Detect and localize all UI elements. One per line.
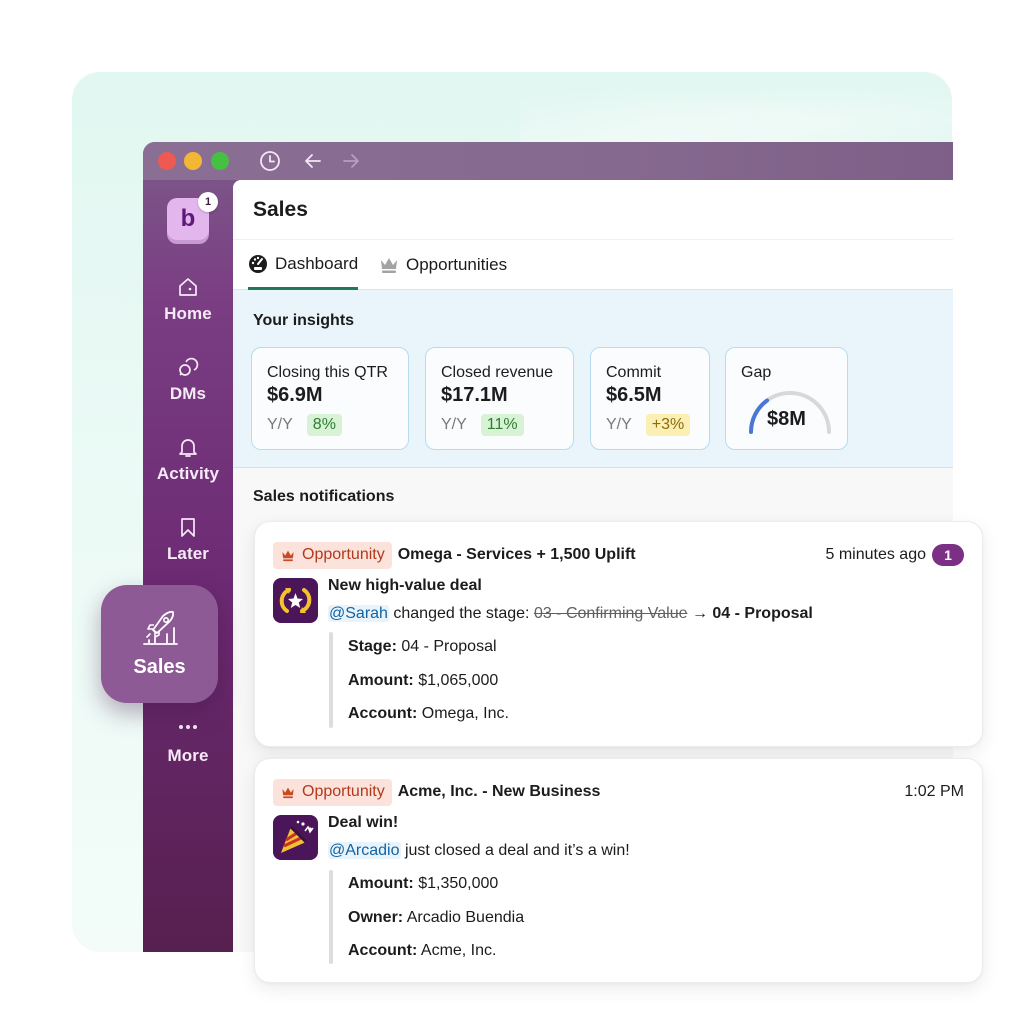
notification-text-body: just closed a deal and it’s a win! [400, 842, 630, 859]
tab-label: Opportunities [406, 255, 508, 274]
workspace-switcher[interactable]: b 1 [167, 192, 218, 244]
insight-card-commit[interactable]: Commit $6.5M Y/Y +3% [590, 347, 710, 450]
forward-arrow-icon[interactable] [339, 149, 363, 173]
notification-card[interactable]: Opportunity Omega - Services + 1,500 Upl… [254, 521, 983, 747]
notification-title: Deal win! [328, 814, 399, 831]
sidebar-item-label: More [167, 746, 209, 765]
new-stage: 04 - Proposal [712, 605, 813, 622]
user-mention[interactable]: @Arcadio [328, 842, 401, 859]
user-mention[interactable]: @Sarah [328, 605, 389, 622]
change-chip: +3% [645, 414, 691, 436]
card-label: Commit [606, 364, 662, 381]
sidebar-item-label: Activity [156, 464, 220, 483]
workspace-notification-badge: 1 [198, 192, 218, 212]
back-arrow-icon[interactable] [301, 149, 325, 173]
yoy-label: Y/Y [441, 416, 467, 433]
tab-label: Dashboard [275, 253, 359, 273]
card-value: $17.1M [441, 384, 508, 406]
page-title: Sales [253, 198, 308, 221]
card-label: Gap [741, 364, 772, 381]
field-account: Account: Acme, Inc. [348, 942, 497, 959]
notification-text: @Arcadio just closed a deal and it’s a w… [328, 842, 630, 860]
card-label: Closed revenue [441, 364, 554, 381]
change-chip: 8% [306, 414, 342, 436]
opportunity-subject[interactable]: Acme, Inc. - New Business [398, 783, 601, 801]
crown-icon [281, 786, 295, 799]
title-bar [143, 142, 953, 180]
history-icon[interactable] [258, 149, 282, 173]
sidebar-item-label: Sales [133, 655, 186, 678]
opportunity-subject[interactable]: Omega - Services + 1,500 Uplift [398, 546, 636, 564]
bell-icon [179, 439, 197, 457]
maximize-window-button[interactable] [211, 152, 229, 170]
sidebar-item-more[interactable]: More [143, 722, 233, 766]
rocket-chart-icon [142, 610, 178, 645]
tab-bar: Dashboard Opportunities [233, 240, 953, 290]
unread-badge: 1 [932, 544, 964, 566]
notification-text-body: changed the stage: [388, 605, 534, 622]
yoy-label: Y/Y [267, 416, 293, 433]
opportunity-tag[interactable]: Opportunity [273, 541, 392, 569]
tag-label: Opportunity [302, 546, 385, 563]
card-value: $6.9M [267, 384, 323, 406]
minimize-window-button[interactable] [184, 152, 202, 170]
gauge-value: $8M [767, 408, 806, 430]
timestamp: 1:02 PM [904, 783, 964, 800]
field-owner: Owner: Arcadio Buendia [348, 909, 525, 926]
gauge-fill [749, 398, 770, 434]
opportunity-tag[interactable]: Opportunity [273, 778, 392, 806]
quote-bar [329, 632, 333, 728]
background-cloud [520, 72, 952, 152]
yoy-label: Y/Y [606, 416, 632, 433]
sidebar-item-dms[interactable]: DMs [143, 356, 233, 404]
card-value: $6.5M [606, 384, 662, 406]
field-stage: Stage: 04 - Proposal [348, 638, 497, 655]
party-popper-icon [273, 815, 318, 860]
home-icon [179, 278, 197, 296]
tag-label: Opportunity [302, 783, 385, 800]
insights-section: Your insights Closing this QTR $6.9M Y/Y… [233, 290, 953, 468]
crown-icon [379, 256, 399, 274]
notification-text: @Sarah changed the stage: 03 - Confirmin… [328, 605, 813, 623]
stage-arrow: → [687, 605, 713, 622]
refresh-star-icon [273, 578, 318, 623]
change-chip: 11% [480, 414, 524, 436]
bookmark-icon [181, 518, 195, 537]
sidebar-item-label: DMs [169, 384, 207, 403]
sidebar-item-activity[interactable]: Activity [143, 436, 233, 484]
sidebar-item-label: Later [166, 544, 210, 563]
close-window-button[interactable] [158, 152, 176, 170]
dashboard-gauge-icon [248, 254, 268, 274]
tab-dashboard[interactable]: Dashboard [248, 240, 359, 290]
timestamp: 5 minutes ago [825, 546, 926, 563]
sidebar-item-later[interactable]: Later [143, 516, 233, 564]
insight-card-closed-revenue[interactable]: Closed revenue $17.1M Y/Y 11% [425, 347, 574, 450]
page-header: Sales [233, 180, 953, 240]
sidebar-item-sales[interactable]: Sales [101, 585, 218, 703]
ellipsis-icon [179, 725, 197, 729]
crown-icon [281, 549, 295, 562]
notification-card[interactable]: Opportunity Acme, Inc. - New Business 1:… [254, 758, 983, 983]
field-account: Account: Omega, Inc. [348, 705, 509, 722]
notification-title: New high-value deal [328, 577, 482, 594]
field-amount: Amount: $1,065,000 [348, 672, 499, 689]
card-label: Closing this QTR [267, 364, 388, 381]
dms-icon [179, 357, 199, 376]
insight-card-gap[interactable]: Gap $8M [725, 347, 848, 450]
field-amount: Amount: $1,350,000 [348, 875, 499, 892]
insights-title: Your insights [253, 312, 355, 329]
insight-card-closing-qtr[interactable]: Closing this QTR $6.9M Y/Y 8% [251, 347, 409, 450]
tab-opportunities[interactable]: Opportunities [379, 240, 507, 290]
sales-notifications-title: Sales notifications [253, 488, 395, 505]
sidebar-item-label: Home [164, 304, 212, 323]
old-stage: 03 - Confirming Value [533, 605, 688, 622]
quote-bar [329, 870, 333, 964]
sidebar-item-home[interactable]: Home [143, 276, 233, 324]
